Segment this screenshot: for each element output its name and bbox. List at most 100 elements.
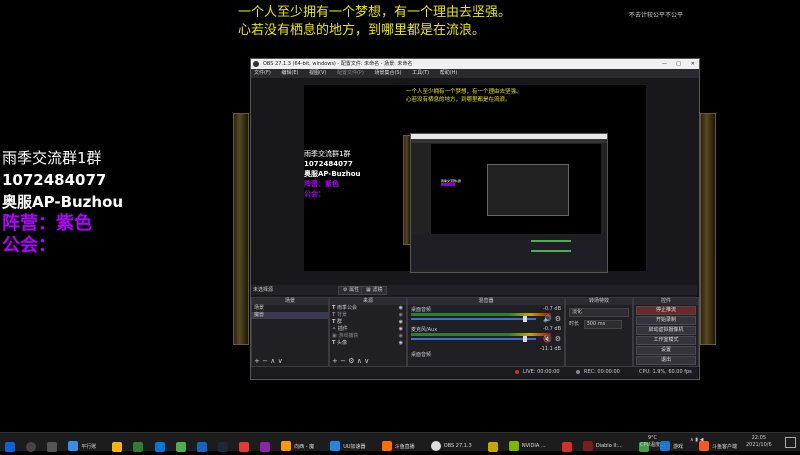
filters-button[interactable]: ▦ 滤镜 (361, 286, 388, 295)
app-icon[interactable] (487, 441, 498, 452)
mixer-channel: 桌面音频 -0.7 dB 🔊 ⚙ (408, 305, 564, 325)
exit-button[interactable]: 退出 (636, 356, 696, 365)
visibility-eye-icon[interactable]: ◉ (399, 305, 403, 312)
notification-icon[interactable] (785, 437, 796, 448)
transition-select[interactable]: 淡化 (569, 308, 629, 317)
menu-profile[interactable]: 配置文件(P) (337, 70, 364, 76)
visibility-eye-icon[interactable]: ◉ (399, 319, 403, 326)
remove-scene-button[interactable]: − (262, 357, 268, 365)
no-source-label: 未选择源 (253, 287, 274, 293)
menu-edit[interactable]: 编辑(E) (281, 70, 298, 76)
visibility-eye-icon[interactable]: ◉ (399, 340, 403, 347)
visibility-eye-icon[interactable]: ◉ (399, 326, 403, 333)
duration-input[interactable]: 300 ms (583, 320, 622, 329)
move-down-icon[interactable]: ∨ (364, 357, 369, 365)
preview-canvas[interactable]: 一个人至少拥有一个梦想，有一个理由去坚强。 心若没有栖息的地方，到哪里都是在流浪… (304, 85, 646, 273)
preview-left-1: 雨季交流群1群 (304, 150, 351, 158)
close-button[interactable]: ✕ (691, 59, 695, 69)
weather-widget[interactable]: 9°C CPU温度... (640, 435, 665, 449)
studio-mode-button[interactable]: 工作室模式 (636, 336, 696, 345)
duration-row: 时长 300 ms (569, 320, 629, 329)
scene-item[interactable]: 场景 (252, 305, 328, 312)
remove-source-button[interactable]: − (340, 357, 346, 365)
mixer-dock: 混音器 桌面音频 -0.7 dB 🔊 ⚙ 麦克风/Aux -0.7 dB 🔇 ⚙… (407, 297, 565, 367)
text-source-icon: T (332, 340, 336, 346)
weather-sub: CPU温度... (640, 442, 665, 448)
obs-titlebar: OBS 27.1.3 (64-bit, windows) - 配置文件: 未命名… (251, 59, 699, 69)
search-icon[interactable] (26, 441, 37, 452)
volume-icon[interactable]: ◀ (700, 437, 704, 443)
duration-label: 时长 (569, 321, 580, 327)
move-down-icon[interactable]: ∨ (278, 357, 283, 365)
left-purple-1: 阵营：紫色 (2, 213, 92, 234)
scenes-footer: + − ∧ ∨ (254, 357, 283, 365)
source-item[interactable]: ✧ 插件 ◉ (330, 326, 406, 333)
chevron-up-icon[interactable]: ∧ (690, 437, 694, 443)
start-recording-button[interactable]: 开始录制 (636, 316, 696, 325)
stop-streaming-button[interactable]: 停止推流 (636, 306, 696, 315)
app-icon[interactable] (175, 441, 186, 452)
settings-button[interactable]: 设置 (636, 346, 696, 355)
source-item[interactable]: T 雨季公会 ◉ (330, 305, 406, 312)
source-item[interactable]: T 背景 ◉ (330, 312, 406, 319)
menu-scene-collection[interactable]: 场景集合(S) (374, 70, 401, 76)
maximize-button[interactable]: □ (676, 59, 681, 69)
app-icon[interactable] (196, 441, 207, 452)
overlay-line-2: 心若没有栖息的地方，到哪里都是在流浪。 (238, 23, 486, 38)
add-source-button[interactable]: + (332, 357, 338, 365)
preview-left-text: 雨季交流群1群 1072484077 奥服AP-Buzhou 阵营：紫色 公会： (304, 149, 361, 199)
visibility-eye-icon[interactable]: ◉ (399, 312, 403, 319)
speaker-muted-icon[interactable]: 🔇 (543, 335, 552, 343)
clock[interactable]: 22:05 2021/10/6 (746, 435, 772, 449)
nested-obs-preview: 雨季交流群1群 (410, 133, 608, 273)
channel-name: 桌面音频 (411, 352, 432, 358)
app-icon[interactable] (154, 441, 165, 452)
tray-icons: ∧ ▮ ◀ (690, 437, 703, 443)
move-up-icon[interactable]: ∧ (270, 357, 275, 365)
preview-purple-1: 阵营：紫色 (304, 180, 339, 188)
steam-icon[interactable] (217, 441, 228, 452)
menu-tools[interactable]: 工具(T) (412, 70, 429, 76)
left-purple-2: 公会： (2, 235, 56, 256)
mixer-settings-icon[interactable]: ⚙ (555, 315, 561, 323)
source-item[interactable]: T 群 ◉ (330, 319, 406, 326)
source-item[interactable]: ▣ 游戏捕获 ◉ (330, 333, 406, 340)
plugin-source-icon: ✧ (332, 326, 337, 332)
channel-name: 桌面音频 (411, 307, 432, 313)
source-settings-icon[interactable]: ⚙ (348, 357, 354, 365)
start-button[interactable] (5, 441, 15, 452)
corner-text: 不去计较公平不公平 (629, 12, 684, 19)
visibility-eye-icon[interactable]: ◉ (399, 333, 403, 340)
app-icon[interactable] (133, 441, 144, 452)
preview-left-3: 奥服AP-Buzhou (304, 170, 361, 178)
app-icon[interactable] (238, 441, 249, 452)
add-scene-button[interactable]: + (254, 357, 260, 365)
app-icon[interactable] (561, 441, 572, 452)
obs-menubar: 文件(F) 编辑(E) 视图(V) 配置文件(P) 场景集合(S) 工具(T) … (251, 69, 699, 78)
clock-date: 2021/10/6 (746, 442, 772, 448)
channel-db: -11.1 dB (539, 346, 561, 352)
app-icon[interactable] (260, 441, 271, 452)
app-icon[interactable] (112, 441, 123, 452)
menu-file[interactable]: 文件(F) (254, 70, 271, 76)
live-status: LIVE: 00:00:00 (523, 369, 560, 375)
scene-item-selected[interactable]: 魔兽 (252, 312, 328, 319)
channel-db: -0.7 dB (543, 326, 561, 332)
live-indicator-icon (515, 370, 519, 374)
menu-help[interactable]: 帮助(H) (440, 70, 458, 76)
mixer-settings-icon[interactable]: ⚙ (555, 335, 561, 343)
source-item[interactable]: T 头像 ◉ (330, 340, 406, 347)
channel-name: 麦克风/Aux (411, 327, 438, 333)
volume-slider[interactable] (523, 316, 527, 322)
speaker-icon[interactable]: 🔊 (543, 315, 552, 323)
virtual-camera-button[interactable]: 启动虚拟摄像机 (636, 326, 696, 335)
network-icon[interactable]: ▮ (695, 437, 698, 443)
move-up-icon[interactable]: ∧ (357, 357, 362, 365)
volume-slider[interactable] (523, 336, 527, 342)
menu-view[interactable]: 视图(V) (309, 70, 326, 76)
task-view-icon[interactable] (47, 441, 58, 452)
left-text-1: 雨季交流群1群 (2, 149, 102, 167)
minimize-button[interactable]: — (662, 59, 667, 69)
left-overlay: 雨季交流群1群 1072484077 奥服AP-Buzhou 阵营：紫色 公会： (2, 147, 123, 257)
source-toolbar: 未选择源 ⚙ 属性 ▦ 滤镜 (251, 285, 697, 295)
